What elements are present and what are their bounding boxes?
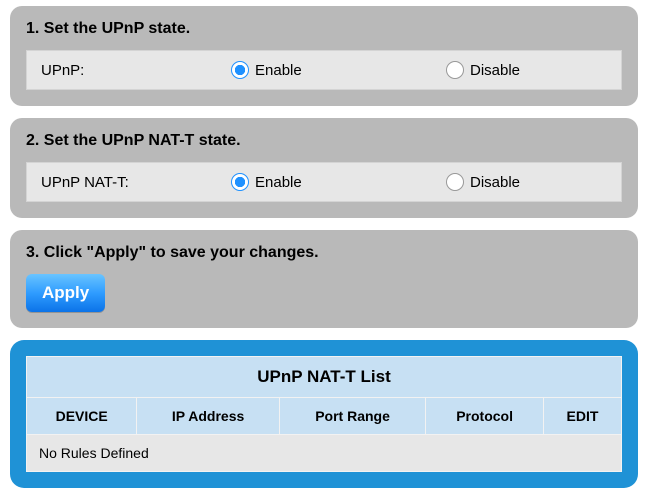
col-portrange: Port Range [279, 398, 425, 435]
step1-panel: 1. Set the UPnP state. UPnP: Enable Disa… [10, 6, 638, 106]
upnp-settings-page: 1. Set the UPnP state. UPnP: Enable Disa… [0, 0, 648, 500]
upnp-natt-enable-option[interactable]: Enable [231, 173, 446, 191]
upnp-state-label: UPnP: [41, 62, 231, 79]
upnp-natt-disable-option[interactable]: Disable [446, 173, 607, 191]
step2-title: 2. Set the UPnP NAT-T state. [26, 132, 622, 150]
upnp-disable-label: Disable [470, 62, 520, 79]
upnp-state-row: UPnP: Enable Disable [26, 50, 622, 90]
col-edit: EDIT [543, 398, 621, 435]
natt-empty-text: No Rules Defined [27, 435, 622, 472]
upnp-natt-enable-label: Enable [255, 174, 302, 191]
natt-list-panel: UPnP NAT-T List DEVICE IP Address Port R… [10, 340, 638, 488]
upnp-disable-radio[interactable] [446, 61, 464, 79]
col-device: DEVICE [27, 398, 137, 435]
upnp-natt-state-row: UPnP NAT-T: Enable Disable [26, 162, 622, 202]
step1-title: 1. Set the UPnP state. [26, 20, 622, 38]
apply-button[interactable]: Apply [26, 274, 105, 312]
upnp-natt-state-label: UPnP NAT-T: [41, 174, 231, 191]
natt-table-title: UPnP NAT-T List [27, 357, 622, 398]
upnp-natt-enable-radio[interactable] [231, 173, 249, 191]
step2-panel: 2. Set the UPnP NAT-T state. UPnP NAT-T:… [10, 118, 638, 218]
upnp-natt-disable-radio[interactable] [446, 173, 464, 191]
upnp-enable-label: Enable [255, 62, 302, 79]
natt-empty-row: No Rules Defined [27, 435, 622, 472]
upnp-natt-disable-label: Disable [470, 174, 520, 191]
upnp-enable-radio[interactable] [231, 61, 249, 79]
upnp-enable-option[interactable]: Enable [231, 61, 446, 79]
natt-table: UPnP NAT-T List DEVICE IP Address Port R… [26, 356, 622, 472]
col-ip: IP Address [137, 398, 280, 435]
natt-table-header-row: DEVICE IP Address Port Range Protocol ED… [27, 398, 622, 435]
step3-panel: 3. Click "Apply" to save your changes. A… [10, 230, 638, 328]
step3-title: 3. Click "Apply" to save your changes. [26, 244, 622, 262]
col-protocol: Protocol [426, 398, 544, 435]
upnp-disable-option[interactable]: Disable [446, 61, 607, 79]
